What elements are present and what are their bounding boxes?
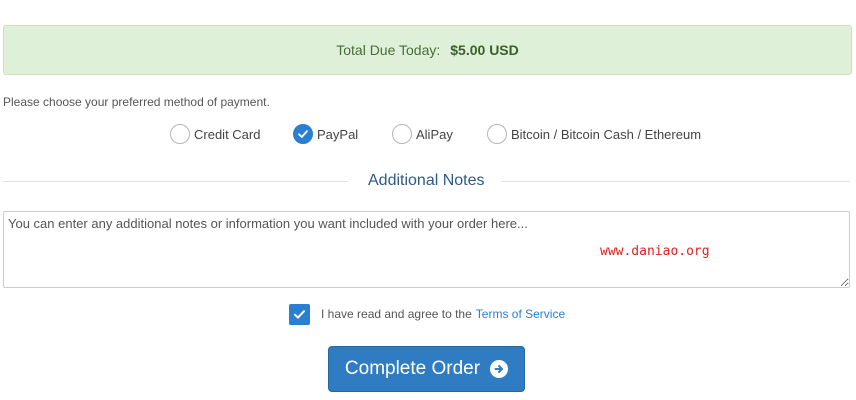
terms-agree-text: I have read and agree to the	[321, 307, 472, 321]
radio-credit-card[interactable]	[170, 124, 190, 144]
payment-method-credit-card[interactable]: Credit Card	[170, 121, 260, 147]
payment-method-group: Credit Card PayPal AliPay Bitcoin / Bitc…	[0, 121, 856, 147]
additional-notes-divider: Additional Notes	[3, 170, 850, 194]
payment-method-alipay[interactable]: AliPay	[392, 121, 453, 147]
divider-line-left	[3, 181, 348, 182]
payment-method-crypto[interactable]: Bitcoin / Bitcoin Cash / Ethereum	[487, 121, 701, 147]
payment-instructions: Please choose your preferred method of p…	[3, 95, 270, 109]
check-icon	[298, 130, 308, 138]
terms-of-service-link[interactable]: Terms of Service	[476, 307, 565, 321]
total-due-label: Total Due Today:	[336, 42, 441, 58]
radio-paypal[interactable]	[293, 124, 313, 144]
payment-method-label: AliPay	[416, 126, 453, 142]
payment-method-label: Bitcoin / Bitcoin Cash / Ethereum	[511, 126, 702, 142]
terms-agreement-row: I have read and agree to the Terms of Se…	[289, 303, 565, 325]
watermark-text: www.daniao.org	[600, 244, 710, 259]
additional-notes-heading: Additional Notes	[368, 172, 485, 189]
check-icon	[294, 309, 305, 319]
radio-crypto[interactable]	[487, 124, 507, 144]
terms-checkbox[interactable]	[289, 303, 310, 325]
payment-method-label: PayPal	[317, 126, 359, 142]
total-due-amount: $5.00 USD	[450, 42, 519, 58]
payment-method-paypal[interactable]: PayPal	[293, 121, 358, 147]
checkout-page: ʹ Total Due Today: $5.00 USD Please choo…	[0, 0, 856, 400]
payment-method-label: Credit Card	[194, 126, 261, 142]
radio-alipay[interactable]	[392, 124, 412, 144]
clipped-heading-fragment: ʹ	[385, 0, 388, 8]
total-due-banner: Total Due Today: $5.00 USD	[3, 25, 852, 75]
complete-order-button[interactable]: Complete Order	[328, 346, 525, 392]
arrow-circle-right-icon	[490, 360, 509, 378]
divider-line-right	[501, 181, 850, 182]
additional-notes-textarea[interactable]	[3, 211, 850, 288]
complete-order-label: Complete Order	[344, 358, 481, 379]
